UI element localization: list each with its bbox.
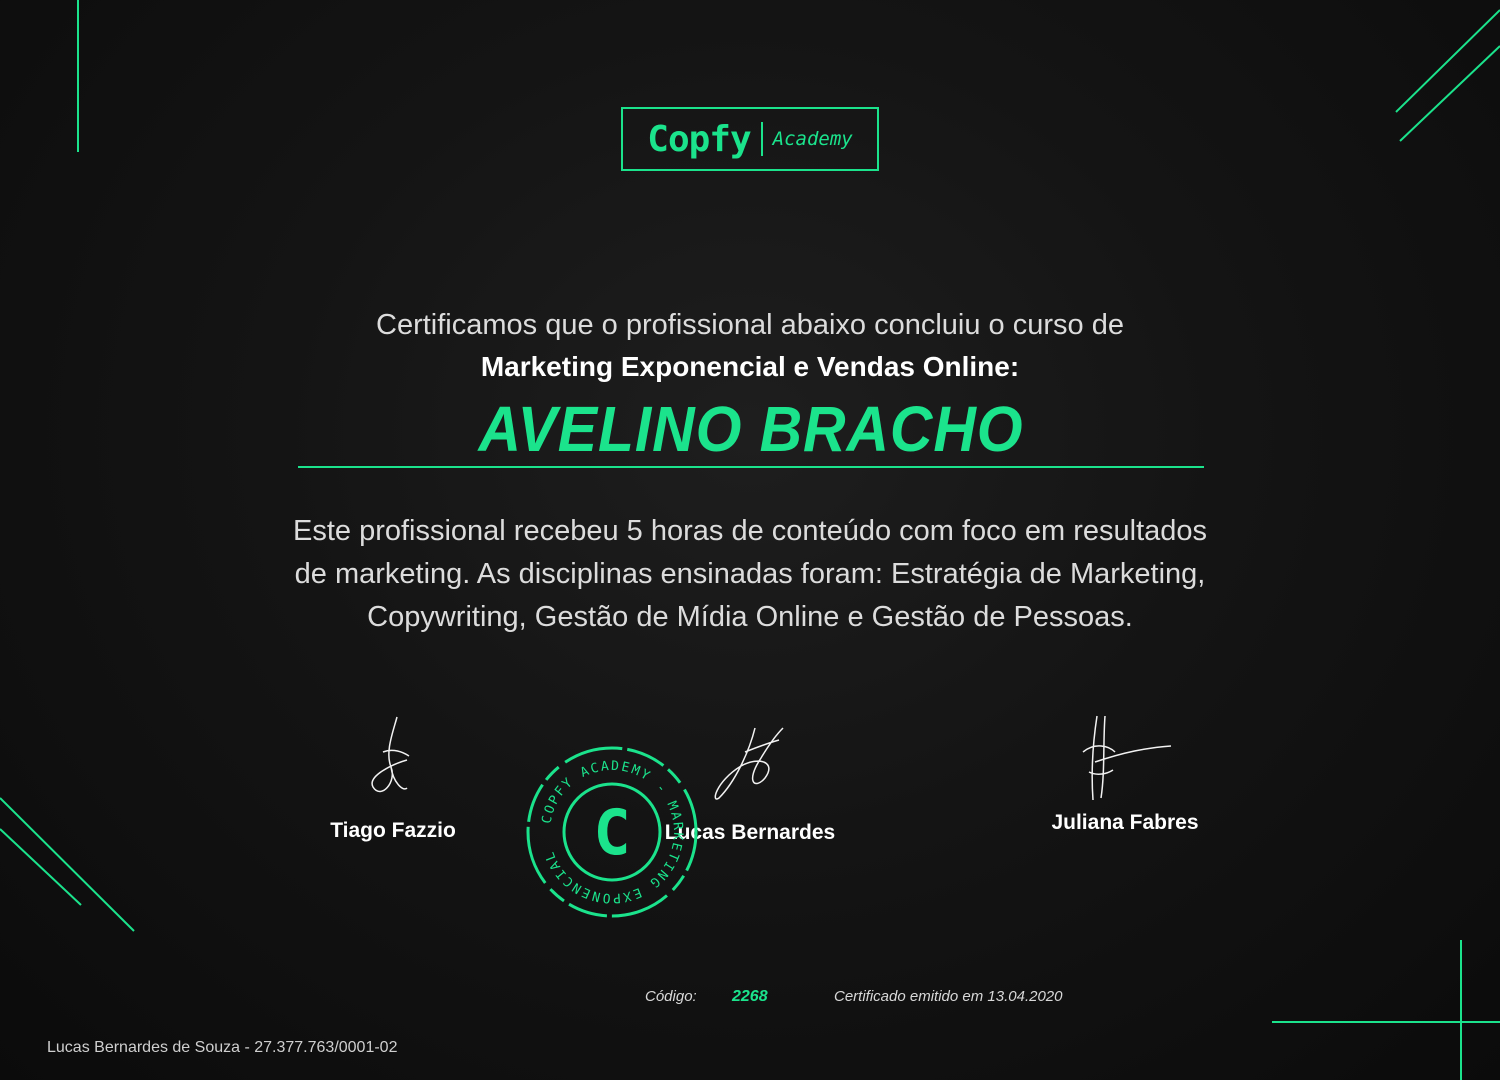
recipient-name: AVELINO BRACHO (478, 393, 1024, 465)
code-label: Código: (645, 988, 697, 1005)
logo-separator (760, 122, 763, 156)
signature-scribble (371, 716, 410, 793)
certificate-description: Este profissional recebeu 5 horas de con… (150, 510, 1350, 639)
recipient-underline (298, 466, 1204, 468)
seal-letter: C (593, 796, 630, 869)
issued-info: Certificado emitido em 13.04.2020 (834, 988, 1062, 1005)
logo-brand: Copfy (647, 118, 751, 160)
academy-seal: COPFY ACADEMY - MARKETING EXPONENCIAL C (526, 746, 698, 918)
signature-block-tiago: Tiago Fazzio (293, 712, 493, 843)
description-line: Copywriting, Gestão de Mídia Online e Ge… (367, 601, 1133, 633)
signer-name: Tiago Fazzio (330, 819, 456, 842)
issued-date: 13.04.2020 (987, 988, 1063, 1005)
description-line: Este profissional recebeu 5 horas de con… (292, 515, 1208, 547)
course-name: Marketing Exponencial e Vendas Online: (480, 351, 1020, 382)
code-value: 2268 (732, 988, 768, 1005)
certificate-intro: Certificamos que o profissional abaixo c… (150, 304, 1350, 388)
signature-block-juliana: Juliana Fabres (1025, 712, 1225, 835)
description-line: de marketing. As disciplinas ensinadas f… (294, 558, 1206, 590)
company-info: Lucas Bernardes de Souza - 27.377.763/00… (47, 1039, 398, 1056)
logo-subtitle: Academy (772, 128, 853, 150)
intro-text: Certificamos que o profissional abaixo c… (376, 309, 1124, 341)
signature-scribble (1082, 715, 1172, 801)
signer-name: Juliana Fabres (1051, 811, 1199, 834)
signature-scribble (714, 727, 784, 800)
copfy-academy-logo: Copfy Academy (621, 107, 879, 171)
issued-label: Certificado emitido em (834, 988, 984, 1005)
